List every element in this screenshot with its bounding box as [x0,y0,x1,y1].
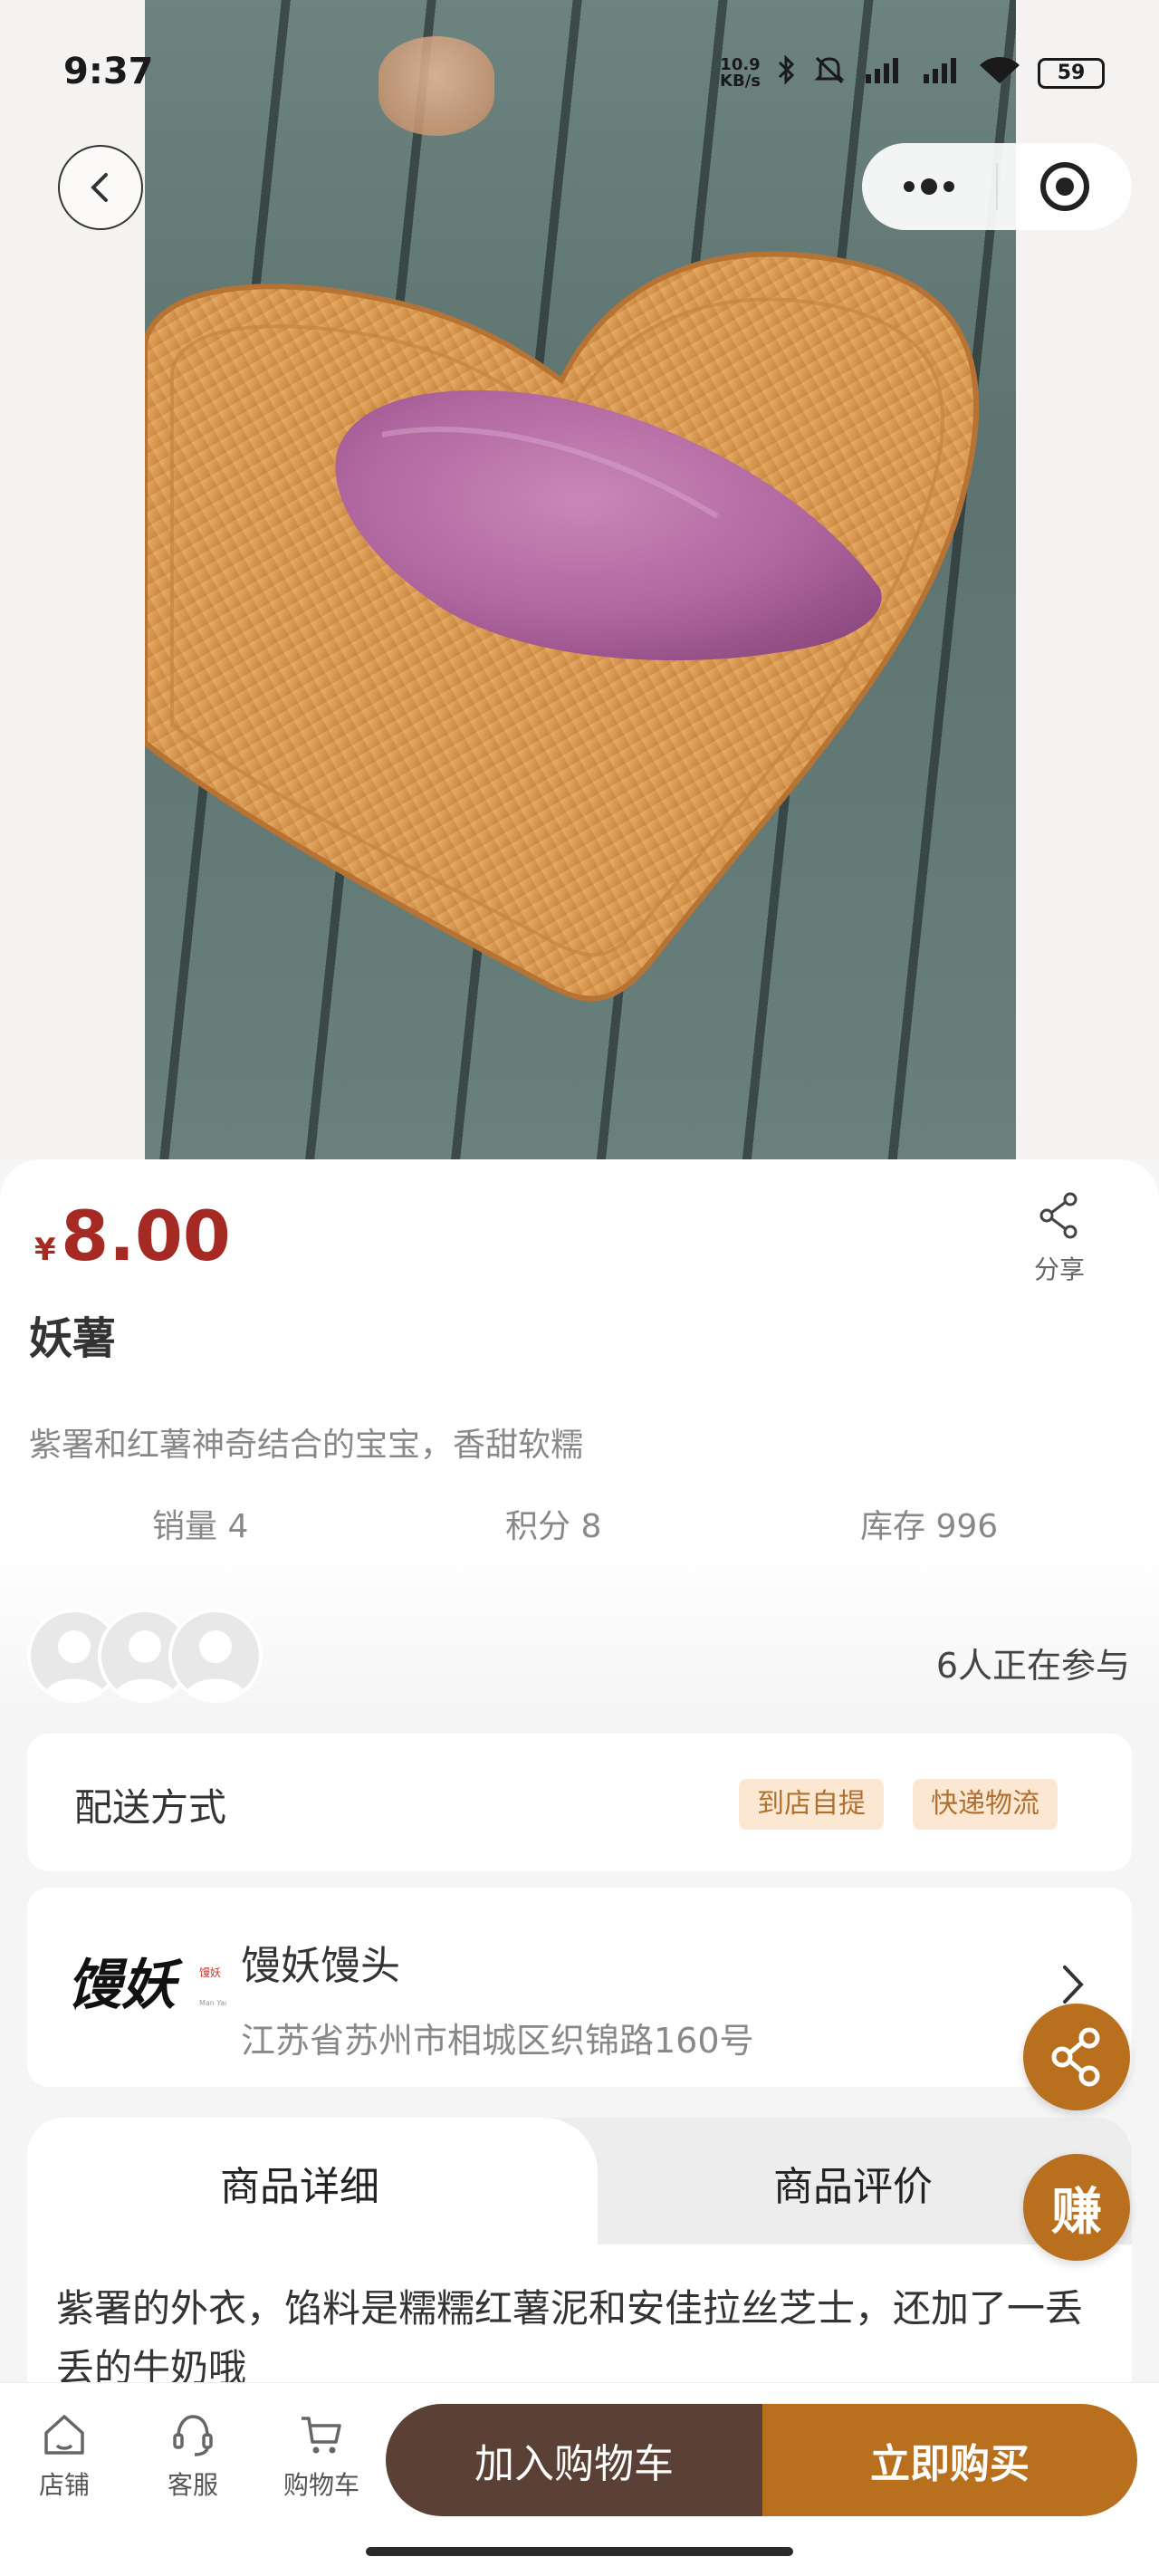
home-indicator[interactable] [366,2547,793,2556]
currency-symbol: ¥ [34,1232,56,1268]
participant-avatars[interactable] [27,1609,272,1703]
share-float-button[interactable] [1023,2004,1130,2110]
chevron-right-icon [1063,1966,1084,2004]
buy-now-button[interactable]: 立即购买 [762,2404,1137,2516]
earn-button[interactable]: 赚 [1023,2154,1130,2261]
mini-program-capsule [862,143,1132,230]
bluetooth-icon [777,54,797,92]
nav-store[interactable]: 店铺 [14,2411,114,2502]
more-icon [904,178,954,195]
product-stats: 销量 4 积分 8 库存 996 [0,1500,1159,1551]
nav-cart[interactable]: 购物车 [272,2411,371,2502]
product-title: 妖薯 [29,1313,117,1364]
product-price: ¥ 8.00 [34,1196,231,1276]
signal-icon [920,54,962,92]
svg-text:馒妖: 馒妖 [199,1966,221,1979]
cart-icon [302,2417,341,2454]
store-logo: 馒妖 馒妖 Man Yao [63,1940,229,2031]
avatar [168,1609,263,1703]
sales-count: 销量 4 [152,1508,249,1545]
add-to-cart-button[interactable]: 加入购物车 [386,2404,762,2516]
signal-icon [862,54,904,92]
participants-count: 6人正在参与 [935,1646,1130,1686]
detail-tabs: 商品详细 商品评价 [27,2118,1132,2244]
store-address: 江苏省苏州市相城区织锦路160号 [241,2021,754,2061]
sweet-potato-bun [335,389,882,661]
svg-text:Man Yao: Man Yao [199,1999,226,2007]
cork-object [378,36,494,136]
points-count: 积分 8 [505,1508,602,1545]
close-button[interactable] [998,143,1132,230]
wifi-icon [978,54,1021,92]
delivery-card: 配送方式 到店自提 快递物流 [27,1734,1132,1871]
stock-count: 库存 996 [860,1508,999,1545]
delivery-label: 配送方式 [74,1785,227,1830]
delivery-option-pickup[interactable]: 到店自提 [739,1779,884,1830]
more-button[interactable] [862,143,996,230]
battery-icon: 59 [1038,58,1105,89]
share-button[interactable]: 分享 [1005,1192,1114,1286]
status-time: 9:37 [63,51,154,92]
tab-details-label: 商品详细 [220,2164,379,2210]
price-value: 8.00 [61,1196,231,1276]
product-detail-text: 紫署的外衣，馅料是糯糯红薯泥和安佳拉丝芝士，还加了一丢丢的牛奶哦 [27,2244,1132,2389]
store-card[interactable]: 馒妖 馒妖 Man Yao 馒妖馒头 江苏省苏州市相城区织锦路160号 [27,1888,1132,2087]
product-description: 紫署和红薯神奇结合的宝宝，香甜软糯 [29,1427,584,1464]
store-name: 馒妖馒头 [241,1943,400,1989]
headset-icon [173,2415,213,2456]
back-icon [91,173,108,202]
network-speed: 10.9 KB/s [720,55,761,91]
delivery-option-express[interactable]: 快递物流 [913,1779,1058,1830]
mute-icon [813,54,846,92]
store-icon [44,2415,84,2455]
nav-service[interactable]: 客服 [143,2411,243,2502]
back-button[interactable] [58,145,143,230]
share-icon [1051,2027,1100,2087]
target-icon [1040,162,1089,211]
share-label: 分享 [1033,1254,1085,1284]
status-icons: 10.9 KB/s 59 [720,54,1105,92]
tab-reviews-label: 商品评价 [773,2164,933,2210]
share-icon [1039,1192,1078,1239]
svg-text:馒妖: 馒妖 [67,1954,184,2017]
